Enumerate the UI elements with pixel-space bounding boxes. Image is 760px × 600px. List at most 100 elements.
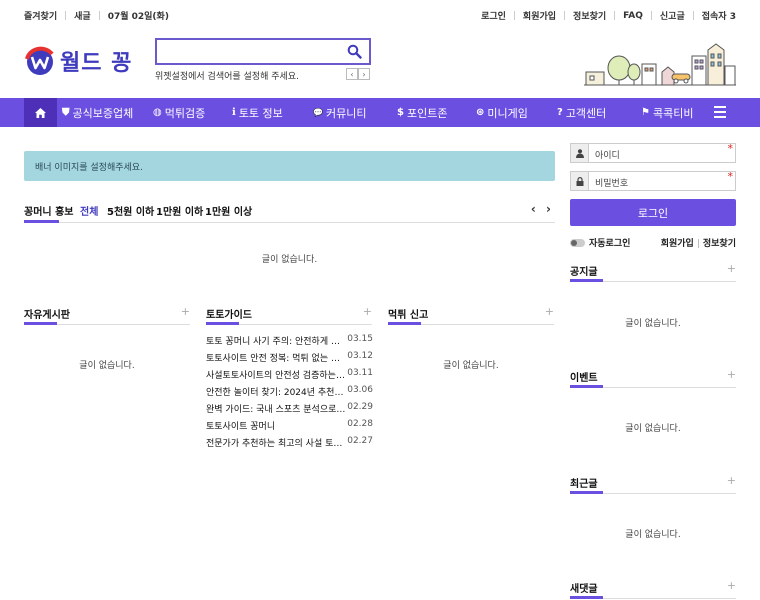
chevron-left-icon[interactable]: ‹: [531, 202, 536, 216]
plus-icon[interactable]: +: [727, 262, 736, 275]
find-info-link[interactable]: 정보찾기: [573, 9, 606, 22]
board-title[interactable]: 새댓글: [570, 584, 598, 595]
post-item[interactable]: 토토사이트 꽁머니 02.28: [206, 419, 373, 436]
nav-item-kokok-tv[interactable]: ⚑ 콕콕티비: [641, 98, 693, 127]
home-button[interactable]: [24, 98, 57, 127]
post-item[interactable]: 토토사이트 안전 정복: 먹튀 없는 베팅 방법03.12: [206, 351, 373, 368]
logo-text: 월드 꽁: [60, 51, 133, 76]
nav-item-point-zone[interactable]: $ 포인트존: [397, 98, 447, 127]
post-title[interactable]: 사설토토사이트의 안전성 검증하는 법: [206, 368, 346, 381]
nav-item-toto-info[interactable]: ℹ 토토 정보: [232, 98, 283, 127]
tab-under-5000[interactable]: 5천원 이하: [107, 203, 154, 218]
visitor-count[interactable]: 접속자 3: [702, 9, 736, 22]
support-icon: ◍: [153, 107, 162, 118]
city-illustration: [584, 42, 736, 88]
board-title[interactable]: 토토가이드: [206, 310, 252, 321]
plus-icon[interactable]: +: [363, 305, 372, 318]
site-logo[interactable]: 월드 꽁: [24, 44, 144, 78]
post-title[interactable]: 전문가가 추천하는 최고의 사설 토토사이트: [206, 436, 346, 449]
divider: [98, 11, 100, 20]
chevron-left-icon[interactable]: ‹: [346, 68, 358, 80]
scam-report-board: 먹튀 신고 +: [388, 305, 554, 325]
divider: [513, 11, 515, 20]
dollar-icon: $: [397, 107, 404, 118]
required-mark: *: [727, 170, 734, 183]
post-item[interactable]: 사설토토사이트의 안전성 검증하는 법 03.11: [206, 368, 373, 385]
register-link[interactable]: 회원가입: [661, 239, 694, 249]
plus-icon[interactable]: +: [181, 305, 190, 318]
faq-link[interactable]: FAQ: [623, 11, 643, 21]
board-title[interactable]: 공지글: [570, 267, 598, 278]
password-placeholder: 비밀번호: [595, 179, 629, 189]
register-link[interactable]: 회원가입: [523, 9, 556, 22]
new-posts-link[interactable]: 새글: [74, 9, 91, 22]
hamburger-menu-icon[interactable]: [714, 106, 726, 118]
bookmark-link[interactable]: 즐겨찾기: [24, 9, 57, 22]
plus-icon[interactable]: +: [545, 305, 554, 318]
tab-under-10000[interactable]: 1만원 이하: [156, 203, 203, 218]
empty-message: 글이 없습니다.: [79, 361, 135, 371]
user-id-placeholder: 아이디: [595, 151, 620, 161]
post-title[interactable]: 완벽 가이드: 국내 스포츠 분석으로 스포츠: [206, 402, 346, 415]
tab-kkong-money-promo[interactable]: 꽁머니 홍보: [24, 203, 73, 218]
lock-icon: [571, 172, 589, 190]
chevron-right-icon[interactable]: ›: [358, 68, 370, 80]
post-date: 03.15: [347, 334, 373, 344]
empty-message: 글이 없습니다.: [625, 424, 681, 434]
post-item[interactable]: 전문가가 추천하는 최고의 사설 토토사이트02.27: [206, 436, 373, 453]
nav-item-mini-game[interactable]: ⊛ 미니게임: [476, 98, 528, 127]
post-title[interactable]: 안전한 놀이터 찾기: 2024년 추천 메이저: [206, 385, 346, 398]
nav-item-verified-partners[interactable]: ⛊ 공식보증업체: [62, 98, 133, 127]
user-icon: [571, 144, 589, 162]
board-underline: [570, 385, 736, 388]
nav-item-scam-check[interactable]: ◍ 먹튀검증: [153, 98, 205, 127]
post-item[interactable]: 완벽 가이드: 국내 스포츠 분석으로 스포츠02.29: [206, 402, 373, 419]
login-button[interactable]: 로그인: [570, 199, 736, 226]
chevron-right-icon[interactable]: ›: [546, 202, 551, 216]
kkong-money-tabs: 꽁머니 홍보 전체 5천원 이하 1만원 이하 1만원 이상 ‹ ›: [24, 202, 555, 223]
toggle-switch[interactable]: [570, 238, 585, 247]
board-title[interactable]: 자유게시판: [24, 310, 70, 321]
search-hint-text: 위젯설정에서 검색어를 설정해 주세요.: [155, 72, 299, 82]
post-date: 03.11: [347, 368, 373, 378]
post-date: 03.06: [347, 385, 373, 395]
empty-message: 글이 없습니다.: [625, 530, 681, 540]
board-title[interactable]: 먹튀 신고: [388, 310, 428, 321]
info-icon: ℹ: [232, 107, 236, 118]
recent-posts-board: 최근글 +: [570, 474, 736, 494]
user-id-field[interactable]: 아이디 *: [570, 142, 736, 163]
tab-all[interactable]: 전체: [80, 203, 98, 218]
tab-underline: [24, 220, 59, 223]
password-field[interactable]: 비밀번호 *: [570, 170, 736, 191]
plus-icon[interactable]: +: [727, 474, 736, 487]
empty-message: 글이 없습니다.: [625, 319, 681, 329]
find-info-link[interactable]: 정보찾기: [703, 239, 736, 249]
search-box[interactable]: [155, 38, 371, 65]
post-title[interactable]: 토토사이트 안전 정복: 먹튀 없는 베팅 방법: [206, 351, 346, 364]
post-title[interactable]: 토토 꽁머니 사기 주의: 안전하게 보호하는 방법: [206, 334, 346, 347]
board-title[interactable]: 이벤트: [570, 373, 598, 384]
post-item[interactable]: 안전한 놀이터 찾기: 2024년 추천 메이저03.06: [206, 385, 373, 402]
post-item[interactable]: 토토 꽁머니 사기 주의: 안전하게 보호하는 방법03.15: [206, 334, 373, 351]
board-title[interactable]: 최근글: [570, 479, 598, 490]
account-links: 회원가입 | 정보찾기: [661, 236, 736, 249]
hint-pager: ‹ ›: [346, 68, 370, 80]
nav-item-community[interactable]: 💬 커뮤니티: [313, 98, 366, 127]
empty-message: 글이 없습니다.: [261, 255, 318, 265]
tab-over-10000[interactable]: 1만원 이상: [205, 203, 252, 218]
nav-item-label: 포인트존: [406, 106, 448, 120]
post-title[interactable]: 토토사이트 꽁머니: [206, 419, 346, 432]
empty-message: 글이 없습니다.: [443, 361, 499, 371]
nav-item-label: 공식보증업체: [72, 106, 134, 120]
plus-icon[interactable]: +: [727, 579, 736, 592]
plus-icon[interactable]: +: [727, 368, 736, 381]
nav-item-customer-center[interactable]: ? 고객센터: [557, 98, 606, 127]
report-link[interactable]: 신고글: [660, 9, 685, 22]
divider: |: [696, 239, 700, 249]
board-underline: [388, 322, 554, 325]
login-link[interactable]: 로그인: [481, 9, 506, 22]
search-icon[interactable]: [347, 44, 362, 59]
logo-w-icon: [24, 45, 56, 77]
auto-login-toggle[interactable]: 자동로그인: [570, 236, 630, 249]
flag-icon: ⚑: [641, 107, 650, 118]
